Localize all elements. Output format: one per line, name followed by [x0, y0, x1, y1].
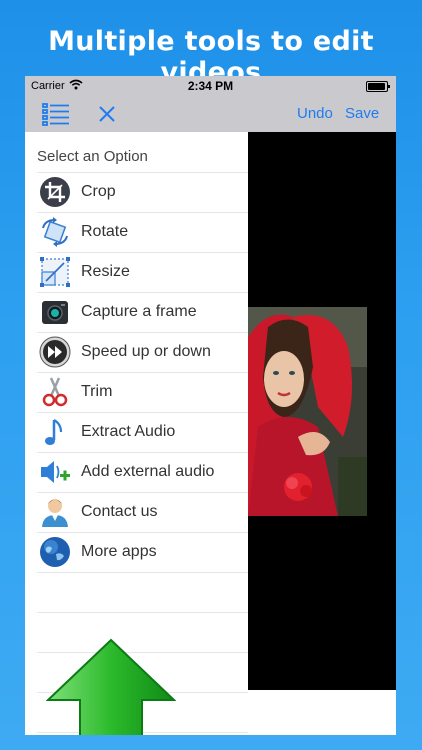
- phone-screen: Carrier 2:34 PM Undo Save Select an Opti…: [25, 76, 396, 735]
- menu-item-capture-frame[interactable]: Capture a frame: [37, 292, 248, 332]
- menu-item-rotate[interactable]: Rotate: [37, 212, 248, 252]
- menu-item-trim[interactable]: Trim: [37, 372, 248, 412]
- music-note-icon: [45, 419, 63, 445]
- speaker-add-icon: [41, 461, 70, 483]
- menu-item-speed[interactable]: Speed up or down: [37, 332, 248, 372]
- options-menu: Select an Option Crop Rotate Resize Capt…: [25, 132, 248, 735]
- menu-item-more-apps[interactable]: More apps: [37, 532, 248, 572]
- menu-item-label: Crop: [81, 183, 116, 200]
- menu-item-add-audio[interactable]: Add external audio: [37, 452, 248, 492]
- person-icon: [42, 499, 68, 527]
- battery-icon: [366, 81, 390, 92]
- globe-icon: [40, 537, 70, 567]
- menu-item-label: More apps: [81, 543, 157, 560]
- menu-item-contact[interactable]: Contact us: [37, 492, 248, 532]
- video-preview[interactable]: [248, 132, 396, 690]
- undo-button[interactable]: Undo: [297, 105, 333, 122]
- crop-icon: [40, 177, 70, 207]
- save-button[interactable]: Save: [345, 105, 379, 122]
- menu-item-crop[interactable]: Crop: [37, 172, 248, 212]
- status-time: 2:34 PM: [187, 79, 234, 93]
- menu-item-label: Extract Audio: [81, 423, 176, 440]
- close-icon[interactable]: [95, 102, 119, 126]
- nav-bar: Undo Save: [25, 96, 396, 132]
- status-bar: Carrier 2:34 PM: [25, 76, 396, 96]
- menu-item-extract-audio[interactable]: Extract Audio: [37, 412, 248, 452]
- video-thumbnail-image: [248, 307, 367, 516]
- menu-item-label: Add external audio: [81, 463, 215, 480]
- menu-item-label: Rotate: [81, 223, 129, 240]
- camera-icon: [42, 301, 68, 324]
- resize-icon: [40, 257, 70, 287]
- scissors-icon: [42, 377, 68, 407]
- menu-item-label: Contact us: [81, 503, 158, 520]
- menu-item-label: Trim: [81, 383, 113, 400]
- menu-item-label: Resize: [81, 263, 130, 280]
- empty-row: [37, 572, 248, 612]
- menu-item-resize[interactable]: Resize: [37, 252, 248, 292]
- menu-item-label: Capture a frame: [81, 303, 197, 320]
- list-menu-icon[interactable]: [41, 102, 71, 126]
- fast-forward-icon: [39, 336, 71, 368]
- rotate-icon: [42, 217, 68, 247]
- menu-item-label: Speed up or down: [81, 343, 211, 360]
- menu-title: Select an Option: [37, 148, 148, 165]
- up-arrow-graphic: [46, 638, 176, 735]
